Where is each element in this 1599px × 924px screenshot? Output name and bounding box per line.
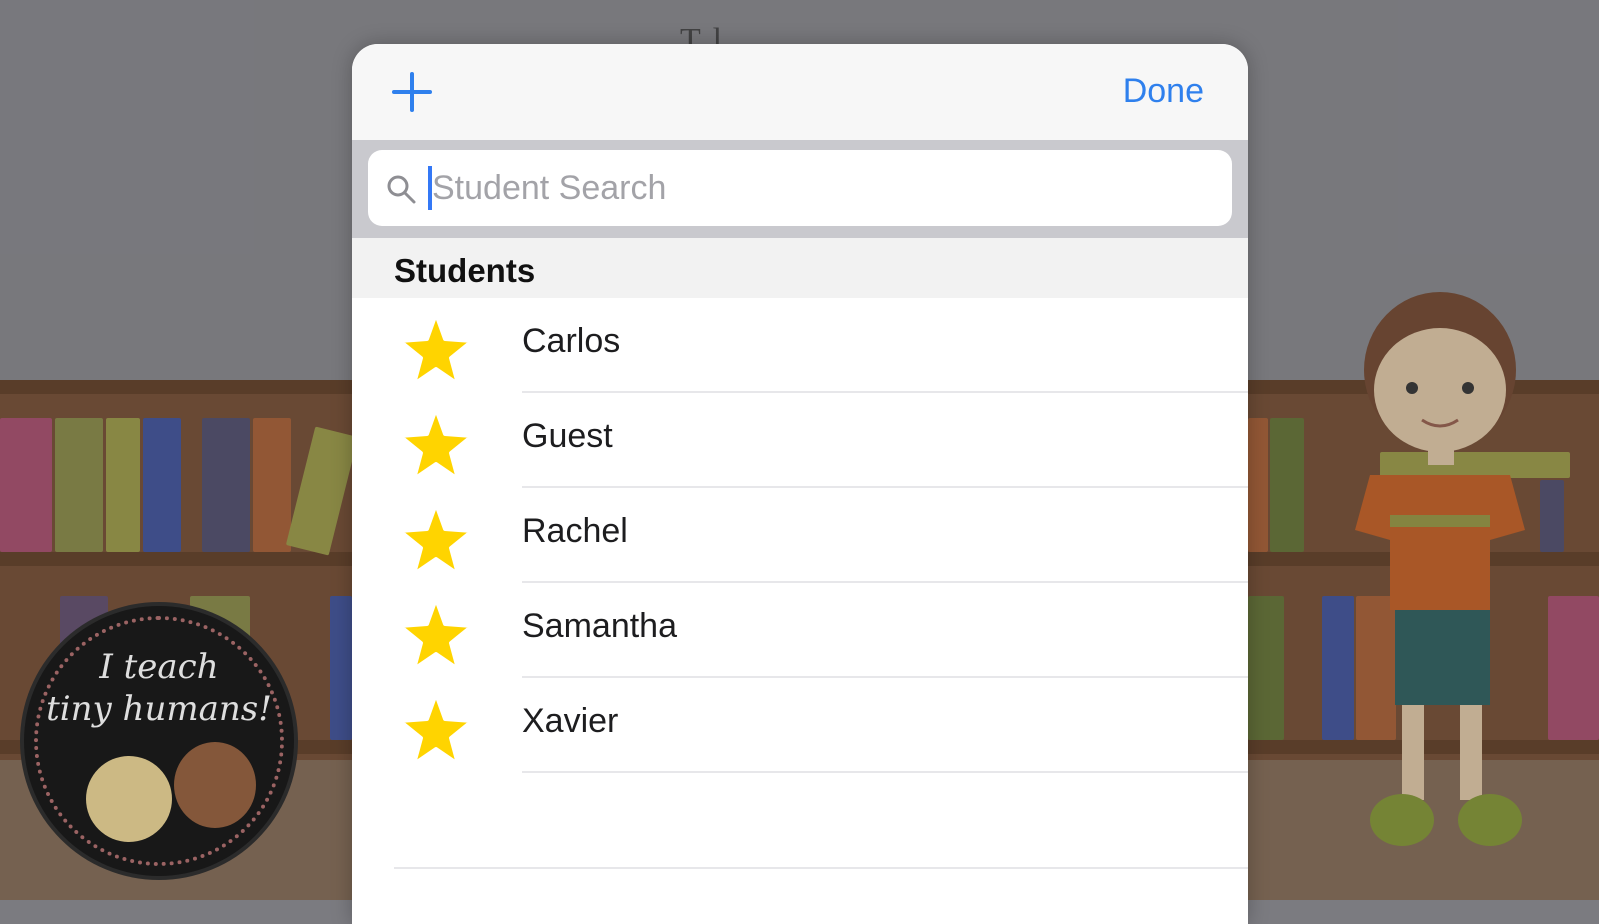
search-input[interactable]	[432, 158, 1192, 218]
add-student-button[interactable]	[390, 70, 434, 114]
search-field[interactable]	[368, 150, 1232, 226]
star-icon	[398, 312, 477, 389]
modal-header: Done	[352, 44, 1248, 140]
section-title: Students	[394, 252, 536, 289]
student-name: Xavier	[522, 702, 619, 740]
student-name: Samantha	[522, 607, 677, 645]
student-row-carlos[interactable]: Carlos	[352, 298, 1248, 393]
done-button[interactable]: Done	[1123, 72, 1204, 111]
student-name: Guest	[522, 417, 613, 455]
student-row-rachel[interactable]: Rachel	[352, 488, 1248, 583]
student-row-xavier[interactable]: Xavier	[352, 678, 1248, 773]
list-bottom-divider	[394, 867, 1248, 869]
student-name: Carlos	[522, 322, 621, 360]
search-icon	[387, 175, 416, 204]
search-bar	[352, 140, 1248, 238]
star-icon	[398, 502, 477, 579]
star-icon	[398, 597, 477, 674]
star-icon	[398, 407, 477, 484]
student-name: Rachel	[522, 512, 628, 550]
student-row-samantha[interactable]: Samantha	[352, 583, 1248, 678]
student-row-guest[interactable]: Guest	[352, 393, 1248, 488]
students-section-header: Students	[352, 238, 1248, 298]
row-divider	[522, 771, 1248, 773]
student-picker-modal: Done Students Carlos	[352, 44, 1248, 924]
student-list: Carlos Guest Rachel Samantha Xavier	[352, 298, 1248, 773]
star-icon	[398, 692, 477, 769]
